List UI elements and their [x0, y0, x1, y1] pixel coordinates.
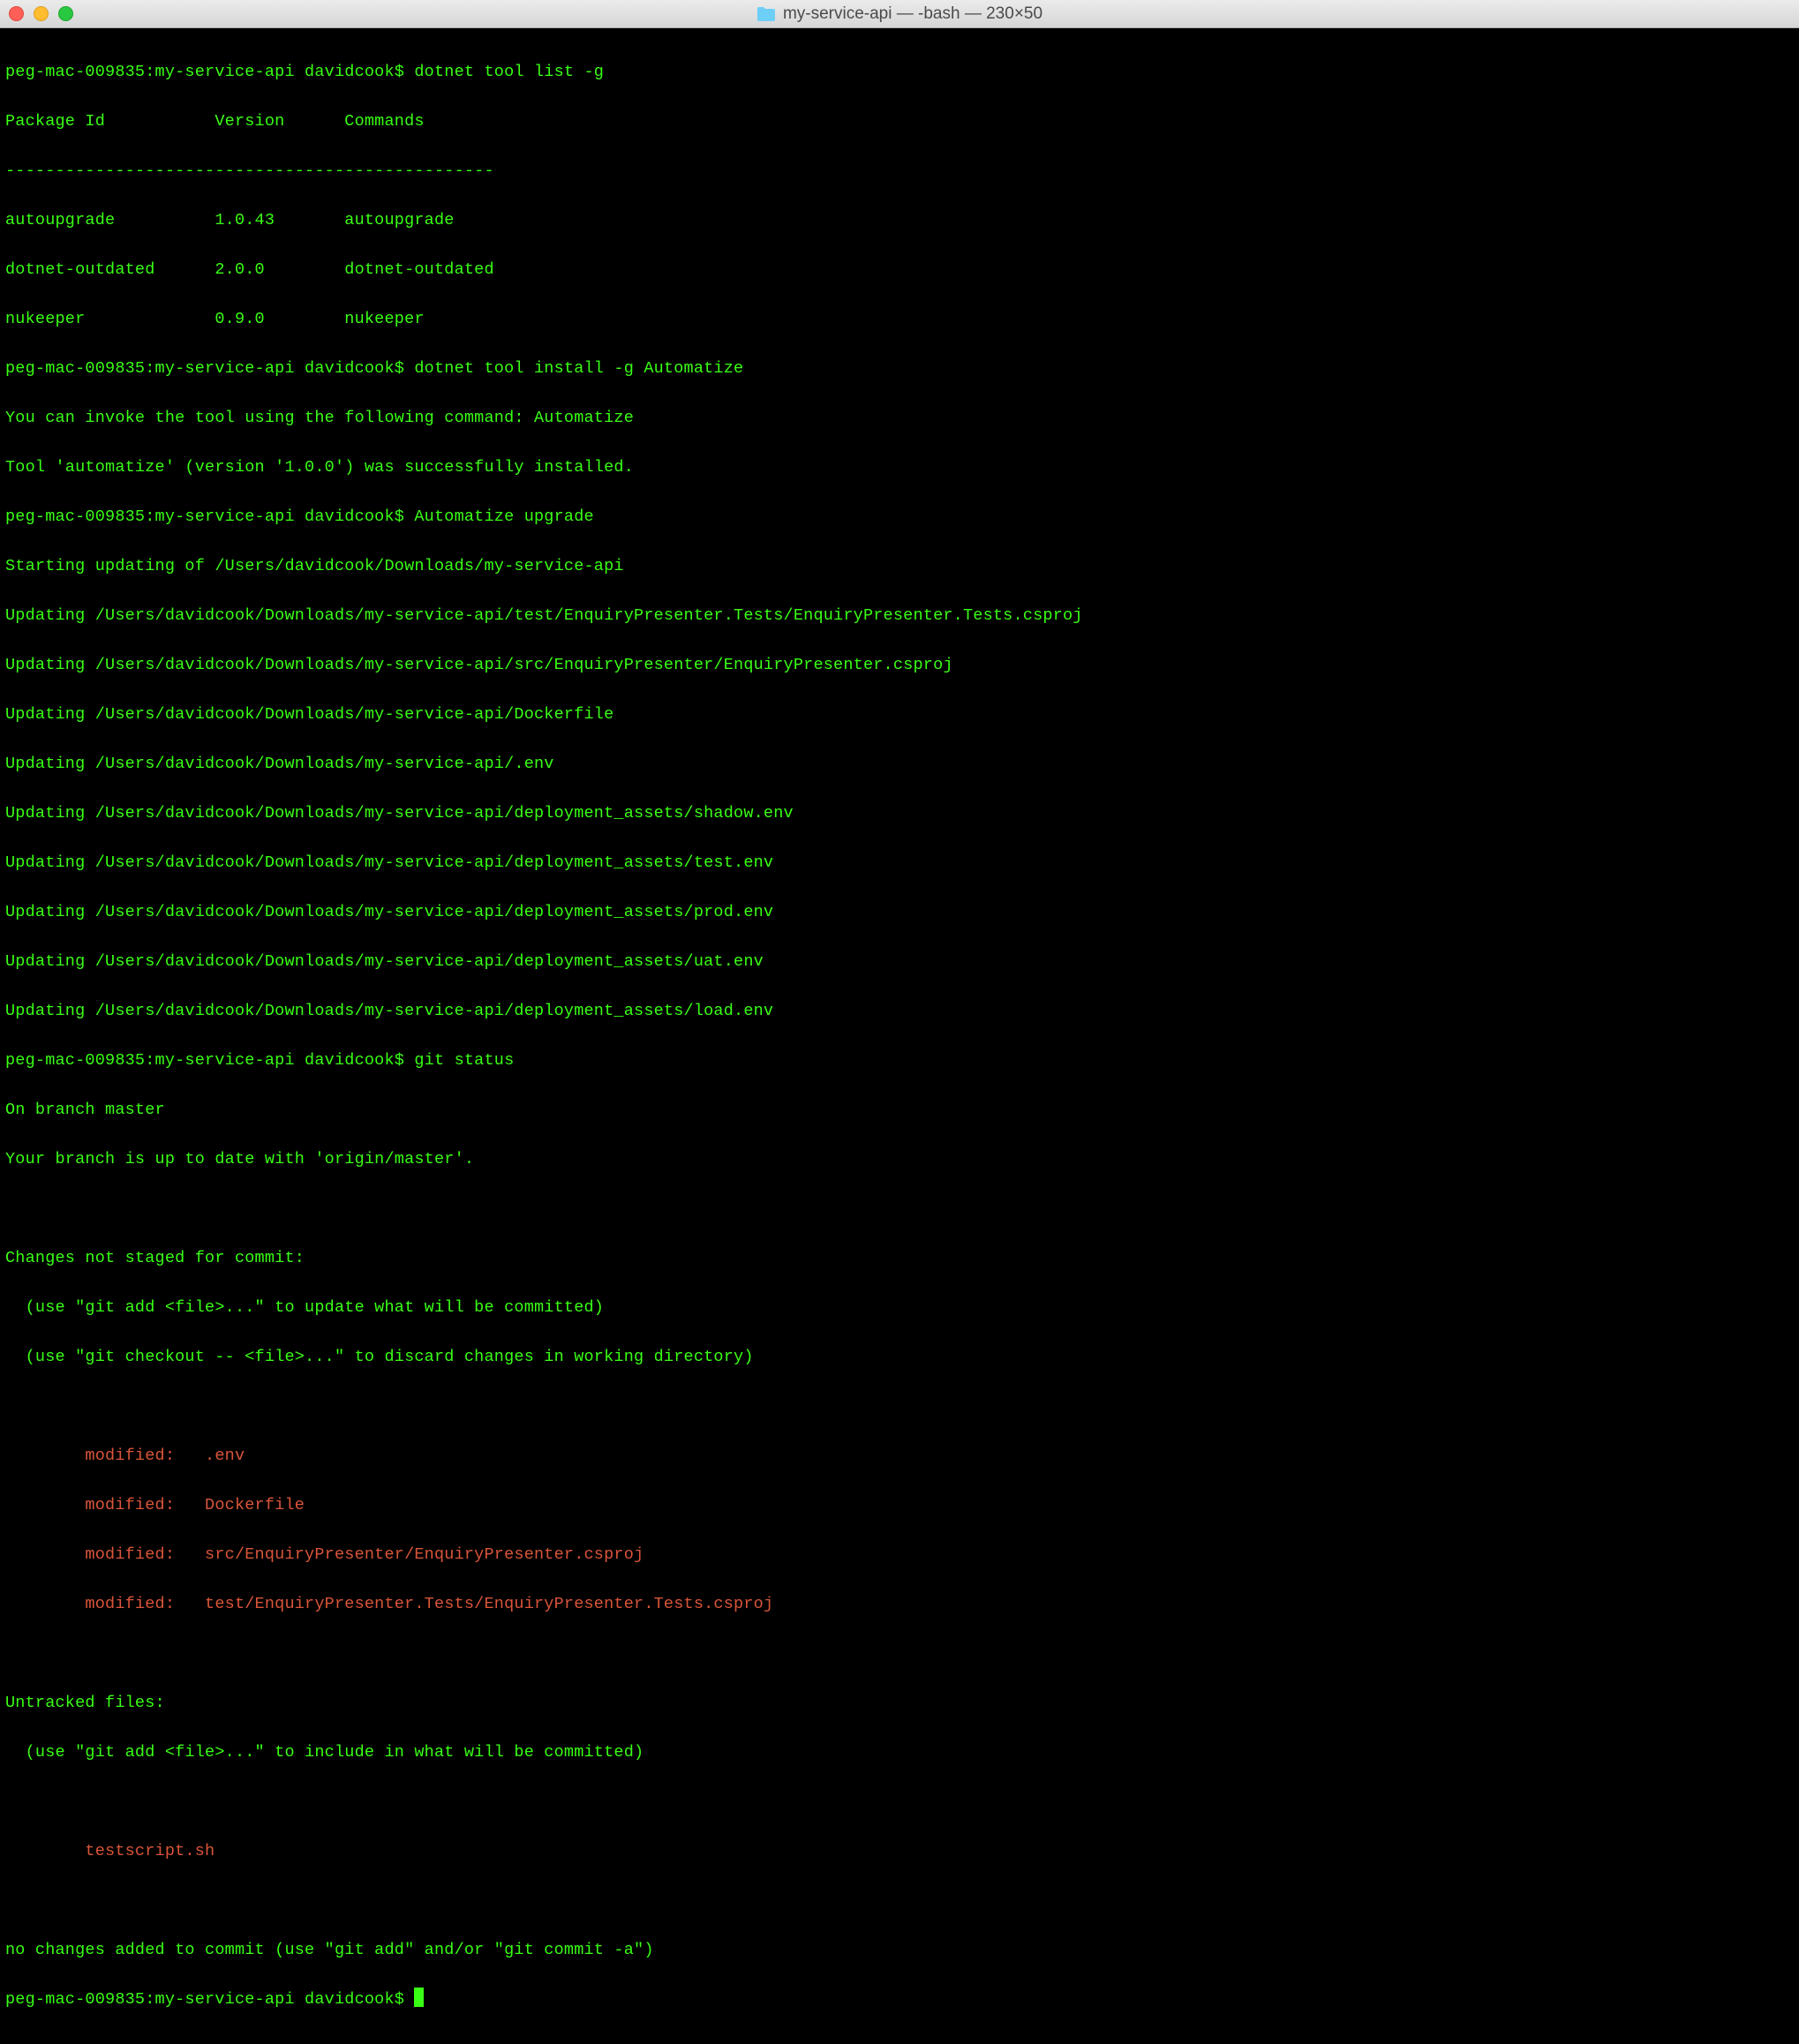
git-modified-file: modified: Dockerfile	[5, 1493, 1794, 1518]
git-section-header: Untracked files:	[5, 1691, 1794, 1716]
output-line: Updating /Users/davidcook/Downloads/my-s…	[5, 801, 1794, 826]
terminal-output[interactable]: peg-mac-009835:my-service-api davidcook$…	[0, 28, 1799, 2044]
table-row: autoupgrade 1.0.43 autoupgrade	[5, 208, 1794, 233]
git-modified-file: modified: src/EnquiryPresenter/EnquiryPr…	[5, 1543, 1794, 1567]
git-modified-file: modified: .env	[5, 1444, 1794, 1469]
table-row: dotnet-outdated 2.0.0 dotnet-outdated	[5, 258, 1794, 282]
output-line: Updating /Users/davidcook/Downloads/my-s…	[5, 999, 1794, 1024]
output-line: Updating /Users/davidcook/Downloads/my-s…	[5, 703, 1794, 727]
shell-prompt: peg-mac-009835:my-service-api davidcook$	[5, 1990, 414, 2009]
cursor	[414, 1988, 424, 2007]
git-hint: (use "git checkout -- <file>..." to disc…	[5, 1345, 1794, 1370]
blank-line	[5, 1394, 1794, 1419]
command-text: git status	[414, 1051, 514, 1070]
git-hint: (use "git add <file>..." to include in w…	[5, 1740, 1794, 1765]
output-line: Updating /Users/davidcook/Downloads/my-s…	[5, 752, 1794, 777]
table-row: nukeeper 0.9.0 nukeeper	[5, 307, 1794, 332]
git-modified-file: modified: test/EnquiryPresenter.Tests/En…	[5, 1592, 1794, 1617]
command-text: dotnet tool list -g	[414, 63, 604, 81]
shell-prompt: peg-mac-009835:my-service-api davidcook$	[5, 507, 414, 526]
table-header: Package Id Version Commands	[5, 109, 1794, 134]
command-text: Automatize upgrade	[414, 507, 593, 526]
shell-prompt: peg-mac-009835:my-service-api davidcook$	[5, 63, 414, 81]
output-line: Updating /Users/davidcook/Downloads/my-s…	[5, 604, 1794, 628]
traffic-lights	[9, 6, 73, 21]
shell-prompt: peg-mac-009835:my-service-api davidcook$	[5, 359, 414, 378]
output-line: Updating /Users/davidcook/Downloads/my-s…	[5, 653, 1794, 678]
window-title: my-service-api — -bash — 230×50	[756, 4, 1043, 24]
window-titlebar: my-service-api — -bash — 230×50	[0, 0, 1799, 28]
blank-line	[5, 1889, 1794, 1913]
blank-line	[5, 1642, 1794, 1666]
close-button[interactable]	[9, 6, 24, 21]
blank-line	[5, 1197, 1794, 1221]
shell-prompt: peg-mac-009835:my-service-api davidcook$	[5, 1051, 414, 1070]
output-line: You can invoke the tool using the follow…	[5, 406, 1794, 431]
git-hint: (use "git add <file>..." to update what …	[5, 1296, 1794, 1320]
blank-line	[5, 1790, 1794, 1815]
minimize-button[interactable]	[34, 6, 49, 21]
git-branch-line: Your branch is up to date with 'origin/m…	[5, 1147, 1794, 1172]
output-line: Updating /Users/davidcook/Downloads/my-s…	[5, 950, 1794, 974]
folder-icon	[756, 6, 776, 22]
command-text: dotnet tool install -g Automatize	[414, 359, 743, 378]
output-line: Updating /Users/davidcook/Downloads/my-s…	[5, 900, 1794, 925]
git-summary: no changes added to commit (use "git add…	[5, 1938, 1794, 1963]
maximize-button[interactable]	[58, 6, 73, 21]
git-branch-line: On branch master	[5, 1098, 1794, 1123]
git-section-header: Changes not staged for commit:	[5, 1246, 1794, 1271]
git-untracked-file: testscript.sh	[5, 1839, 1794, 1864]
table-divider: ----------------------------------------…	[5, 159, 1794, 184]
output-line: Starting updating of /Users/davidcook/Do…	[5, 554, 1794, 579]
window-title-text: my-service-api — -bash — 230×50	[783, 4, 1043, 24]
output-line: Tool 'automatize' (version '1.0.0') was …	[5, 455, 1794, 480]
output-line: Updating /Users/davidcook/Downloads/my-s…	[5, 851, 1794, 875]
